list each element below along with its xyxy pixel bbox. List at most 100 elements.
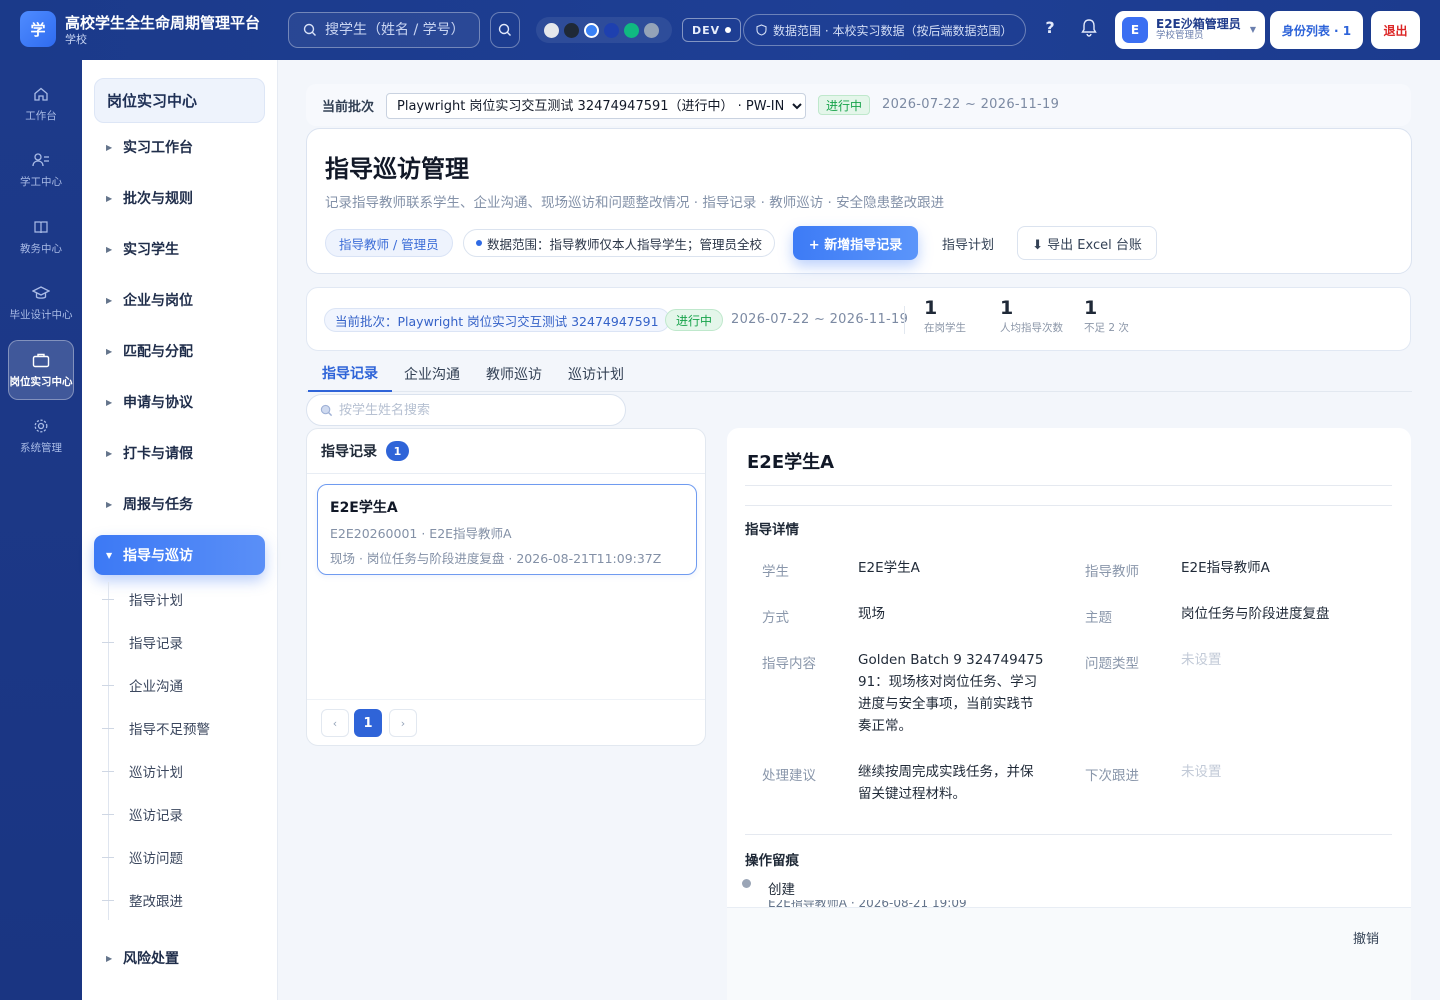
chevron-right-icon: ▶ — [106, 142, 113, 152]
rail-item-label: 教务中心 — [20, 242, 62, 255]
records-count-badge: 1 — [386, 441, 409, 461]
theme-dot-light[interactable] — [544, 22, 559, 38]
divider — [904, 306, 905, 334]
theme-dot-navy[interactable] — [604, 22, 619, 38]
global-search-input[interactable] — [325, 22, 475, 38]
top-bar: 学 高校学生全生命周期管理平台 学校 DEV 数据范围 · 本校实习数据（按后端… — [0, 0, 1440, 60]
batch-selector-bar: 当前批次 Playwright 岗位实习交互测试 32474947591（进行中… — [306, 84, 1411, 126]
student-search-input[interactable] — [339, 402, 609, 418]
global-search[interactable] — [288, 12, 480, 48]
sidebar-item-label: 匹配与分配 — [123, 344, 193, 360]
subitem-visit-plan[interactable]: 巡访计划 — [102, 756, 262, 786]
rail-item-student-affairs[interactable]: 学工中心 — [0, 140, 82, 200]
subitem-guidance-plan[interactable]: 指导计划 — [102, 584, 262, 614]
subitem-label: 整改跟进 — [129, 894, 183, 910]
data-scope-pill: 数据范围 · 本校实习数据（按后端数据范围） — [743, 14, 1026, 46]
search-icon — [303, 23, 316, 36]
rail-item-graduation[interactable]: 毕业设计中心 — [0, 273, 82, 333]
app-subtitle: 学校 — [65, 33, 87, 46]
sidebar-item-batch-rules[interactable]: ▶ 批次与规则 — [94, 178, 265, 218]
subitem-guidance-warning[interactable]: 指导不足预警 — [102, 713, 262, 743]
record-card[interactable]: E2E学生A E2E20260001 · E2E指导教师A 现场 · 岗位任务与… — [317, 484, 697, 575]
rail-item-system[interactable]: 系统管理 — [0, 406, 82, 466]
sidebar-item-weekly-reports[interactable]: ▶ 周报与任务 — [94, 484, 265, 524]
subitem-guidance-records[interactable]: 指导记录 — [102, 627, 262, 657]
sidebar-item-label: 周报与任务 — [123, 497, 193, 513]
chevron-right-icon: ▶ — [106, 397, 113, 407]
subitem-visit-issues[interactable]: 巡访问题 — [102, 842, 262, 872]
tab-bar: 指导记录 企业沟通 教师巡访 巡访计划 — [306, 356, 1412, 392]
search-button[interactable] — [490, 12, 520, 48]
tab-company-communication[interactable]: 企业沟通 — [398, 356, 466, 392]
sidebar-item-students[interactable]: ▶ 实习学生 — [94, 229, 265, 269]
record-summary: 现场 · 岗位任务与阶段进度复盘 · 2026-08-21T11:09:37Z — [330, 551, 662, 566]
sidebar-item-guidance-visits[interactable]: ▼ 指导与巡访 — [94, 535, 265, 575]
tab-visit-plan[interactable]: 巡访计划 — [563, 356, 629, 392]
sidebar-item-companies[interactable]: ▶ 企业与岗位 — [94, 280, 265, 320]
rail-item-internship[interactable]: 岗位实习中心 — [8, 340, 74, 400]
briefcase-icon — [32, 353, 50, 367]
subitem-company-communication[interactable]: 企业沟通 — [102, 670, 262, 700]
stat-value: 1 — [1084, 297, 1098, 319]
export-excel-button[interactable]: ⬇ 导出 Excel 台账 — [1017, 226, 1157, 260]
page-button-1[interactable]: 1 — [354, 709, 382, 737]
field-value-topic: 岗位任务与阶段进度复盘 — [1181, 606, 1330, 622]
home-icon — [34, 87, 48, 101]
subitem-visit-records[interactable]: 巡访记录 — [102, 799, 262, 829]
student-search[interactable] — [306, 394, 626, 426]
theme-switcher[interactable] — [536, 17, 672, 43]
sub-navigation: 岗位实习中心 ▶ 实习工作台 ▶ 批次与规则 ▶ 实习学生 ▶ 企业与岗位 ▶ 匹配与分配… — [82, 60, 278, 1000]
record-meta: E2E20260001 · E2E指导教师A — [330, 526, 512, 541]
module-rail: 工作台 学工中心 教务中心 毕业设计中心 岗位实习中心 系统管理 — [0, 60, 82, 1000]
next-page-button[interactable]: › — [389, 709, 417, 737]
add-guidance-record-button[interactable]: + 新增指导记录 — [793, 226, 918, 260]
sidebar-item-risk[interactable]: ▶ 风险处置 — [94, 938, 265, 978]
rail-item-label: 学工中心 — [20, 175, 62, 188]
tab-guidance-records[interactable]: 指导记录 — [308, 356, 392, 392]
sidebar-item-internship-workbench[interactable]: ▶ 实习工作台 — [94, 127, 265, 167]
tab-teacher-visits[interactable]: 教师巡访 — [482, 356, 546, 392]
subitem-label: 巡访计划 — [129, 765, 183, 781]
records-list-header: 指导记录 1 — [307, 429, 705, 474]
record-student-name: E2E学生A — [330, 500, 398, 516]
search-icon — [498, 23, 511, 36]
env-badge-label: DEV — [692, 23, 721, 37]
rail-item-label: 毕业设计中心 — [9, 308, 73, 321]
theme-dot-green[interactable] — [624, 22, 639, 38]
sidebar-item-label: 风险处置 — [123, 951, 179, 967]
guidance-plan-button[interactable]: 指导计划 — [931, 226, 1005, 260]
rail-item-academic[interactable]: 教务中心 — [0, 207, 82, 267]
batch-label: 当前批次 — [322, 99, 375, 115]
records-list-title: 指导记录 — [321, 444, 377, 460]
theme-dot-blue[interactable] — [584, 22, 599, 38]
subitem-label: 巡访记录 — [129, 808, 183, 824]
prev-page-button[interactable]: ‹ — [321, 709, 349, 737]
chevron-right-icon: ▶ — [106, 244, 113, 254]
field-label-advice: 处理建议 — [762, 768, 816, 784]
bell-icon[interactable] — [1080, 18, 1100, 40]
theme-dot-dark[interactable] — [564, 22, 579, 38]
revoke-button[interactable]: 撤销 — [1353, 928, 1379, 947]
subitem-rectification[interactable]: 整改跟进 — [102, 885, 262, 915]
detail-student-name: E2E学生A — [747, 452, 835, 473]
role-list-button[interactable]: 身份列表 · 1 — [1270, 11, 1363, 49]
sidebar-item-checkin[interactable]: ▶ 打卡与请假 — [94, 433, 265, 473]
stat-insufficient: 1 不足 2 次 — [1084, 297, 1129, 335]
trail-section-title: 操作留痕 — [745, 853, 799, 869]
chevron-right-icon: ▶ — [106, 953, 113, 963]
batch-select[interactable]: Playwright 岗位实习交互测试 32474947591（进行中） · P… — [386, 93, 806, 119]
chevron-right-icon: ▶ — [106, 499, 113, 509]
logout-button[interactable]: 退出 — [1371, 11, 1420, 49]
scope-pill: 数据范围：指导教师仅本人指导学生；管理员全校 — [463, 229, 776, 257]
field-value-issue-type: 未设置 — [1181, 652, 1222, 668]
detail-section-title: 指导详情 — [745, 522, 799, 538]
graduation-cap-icon — [32, 285, 50, 299]
theme-dot-gray[interactable] — [644, 22, 659, 38]
sidebar-item-applications[interactable]: ▶ 申请与协议 — [94, 382, 265, 422]
sidebar-item-matching[interactable]: ▶ 匹配与分配 — [94, 331, 265, 371]
rail-item-workbench[interactable]: 工作台 — [0, 74, 82, 134]
help-icon[interactable]: ? — [1040, 18, 1060, 37]
field-label-issue-type: 问题类型 — [1085, 656, 1139, 672]
current-batch-pill: 当前批次：Playwright 岗位实习交互测试 32474947591 — [324, 308, 670, 332]
user-menu[interactable]: E E2E沙箱管理员 学校管理员 ▼ — [1115, 11, 1265, 49]
